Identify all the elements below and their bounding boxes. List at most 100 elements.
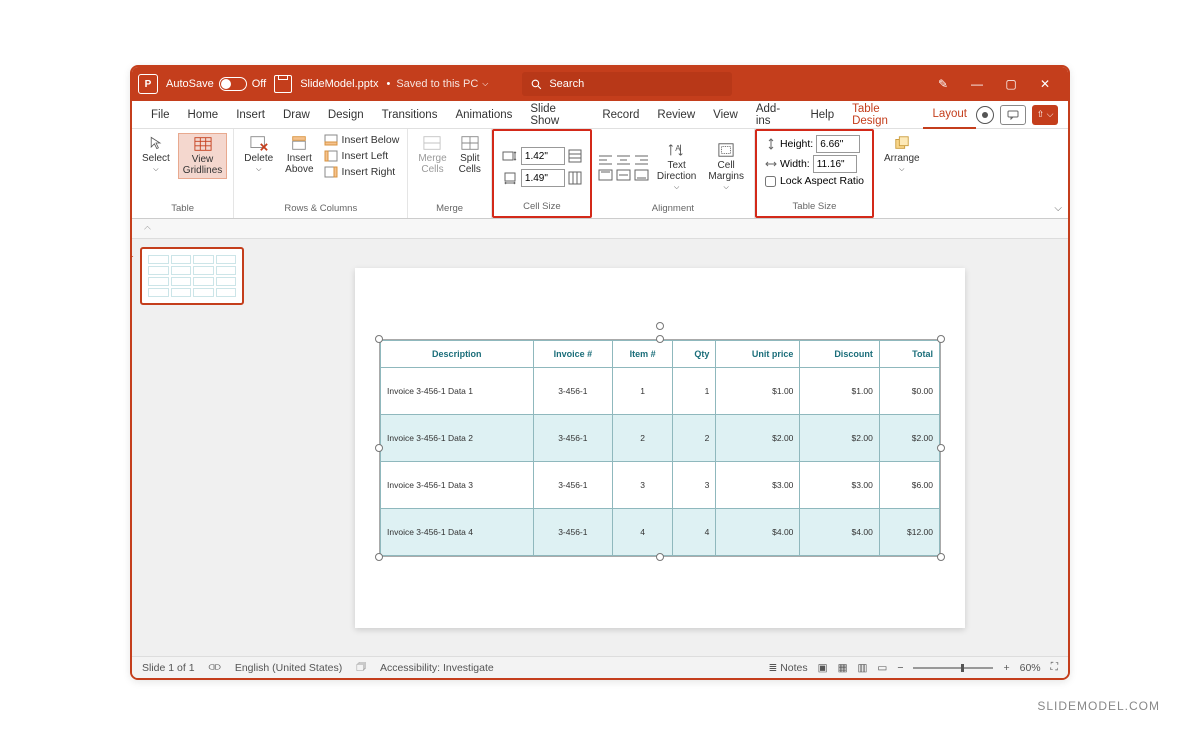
tab-design[interactable]: Design <box>319 101 373 129</box>
table-cell[interactable]: 3 <box>613 461 673 508</box>
table-cell[interactable]: Invoice 3-456-1 Data 3 <box>381 461 534 508</box>
table-height-input[interactable]: 6.66" <box>816 135 860 153</box>
table-header[interactable]: Total <box>879 340 939 367</box>
align-top-icon[interactable] <box>598 169 613 181</box>
zoom-in[interactable]: + <box>1003 662 1009 674</box>
table-header[interactable]: Unit price <box>716 340 800 367</box>
tab-home[interactable]: Home <box>179 101 228 129</box>
tab-file[interactable]: File <box>142 101 179 129</box>
sorter-view-icon[interactable]: ▦ <box>838 662 848 674</box>
table-row[interactable]: Invoice 3-456-1 Data 13-456-111$1.00$1.0… <box>381 367 940 414</box>
table-cell[interactable]: 3 <box>673 461 716 508</box>
resize-handle[interactable] <box>656 553 664 561</box>
collapse-ribbon-icon[interactable]: ⌵ <box>1054 203 1062 214</box>
table-cell[interactable]: $6.00 <box>879 461 939 508</box>
table-cell[interactable]: 4 <box>613 508 673 555</box>
tab-animations[interactable]: Animations <box>446 101 521 129</box>
zoom-level[interactable]: 60% <box>1020 662 1041 674</box>
slide-counter[interactable]: Slide 1 of 1 <box>142 662 195 674</box>
minimize-button[interactable]: — <box>960 70 994 98</box>
comments-button[interactable] <box>1000 105 1026 125</box>
resize-handle[interactable] <box>375 335 383 343</box>
tab-help[interactable]: Help <box>801 101 843 129</box>
table-cell[interactable]: Invoice 3-456-1 Data 1 <box>381 367 534 414</box>
data-table[interactable]: DescriptionInvoice #Item #QtyUnit priceD… <box>380 340 940 556</box>
align-middle-icon[interactable] <box>616 169 631 181</box>
insert-above-button[interactable]: Insert Above <box>281 133 317 177</box>
table-selection[interactable]: DescriptionInvoice #Item #QtyUnit priceD… <box>379 339 941 557</box>
search-input[interactable]: Search <box>522 72 732 96</box>
zoom-slider[interactable] <box>913 667 993 669</box>
tab-review[interactable]: Review <box>648 101 704 129</box>
save-icon[interactable] <box>274 75 292 93</box>
fit-window-icon[interactable]: ⛶ <box>1051 661 1058 674</box>
table-cell[interactable]: 2 <box>673 414 716 461</box>
table-cell[interactable]: 3-456-1 <box>533 414 612 461</box>
resize-handle[interactable] <box>375 553 383 561</box>
tab-view[interactable]: View <box>704 101 747 129</box>
table-cell[interactable]: Invoice 3-456-1 Data 2 <box>381 414 534 461</box>
resize-handle[interactable] <box>375 444 383 452</box>
distribute-rows-icon[interactable] <box>568 149 582 163</box>
accessibility[interactable]: Accessibility: Investigate <box>380 662 494 674</box>
rotate-handle[interactable] <box>656 322 664 330</box>
resize-handle[interactable] <box>656 335 664 343</box>
table-header[interactable]: Discount <box>800 340 879 367</box>
table-cell[interactable]: $2.00 <box>800 414 879 461</box>
table-cell[interactable]: Invoice 3-456-1 Data 4 <box>381 508 534 555</box>
table-cell[interactable]: $3.00 <box>800 461 879 508</box>
table-cell[interactable]: $1.00 <box>716 367 800 414</box>
reading-view-icon[interactable]: ▥ <box>858 662 868 674</box>
cell-width-input[interactable]: 1.49" <box>521 169 565 187</box>
table-cell[interactable]: $1.00 <box>800 367 879 414</box>
split-cells-button[interactable]: Split Cells <box>455 133 485 177</box>
table-row[interactable]: Invoice 3-456-1 Data 43-456-144$4.00$4.0… <box>381 508 940 555</box>
lock-aspect-checkbox[interactable]: Lock Aspect Ratio <box>765 175 864 187</box>
close-button[interactable]: ✕ <box>1028 70 1062 98</box>
tab-tabledesign[interactable]: Table Design <box>843 101 923 129</box>
language[interactable]: English (United States) <box>235 662 342 674</box>
table-cell[interactable]: $12.00 <box>879 508 939 555</box>
autosave-toggle[interactable]: AutoSave Off <box>166 77 266 91</box>
table-cell[interactable]: 1 <box>673 367 716 414</box>
select-button[interactable]: Select⌵ <box>138 133 174 176</box>
table-cell[interactable]: 4 <box>673 508 716 555</box>
share-button[interactable]: ⇧ ⌵ <box>1032 105 1058 125</box>
slide-panel[interactable]: 1 <box>132 239 252 656</box>
record-indicator-icon[interactable] <box>976 106 994 124</box>
table-header[interactable]: Qty <box>673 340 716 367</box>
table-cell[interactable]: $2.00 <box>716 414 800 461</box>
notes-button[interactable]: ≣ Notes <box>769 662 808 674</box>
table-row[interactable]: Invoice 3-456-1 Data 33-456-133$3.00$3.0… <box>381 461 940 508</box>
table-header[interactable]: Description <box>381 340 534 367</box>
filename[interactable]: SlideModel.pptx <box>300 78 378 90</box>
insert-right-button[interactable]: Insert Right <box>322 165 402 179</box>
table-cell[interactable]: 3-456-1 <box>533 367 612 414</box>
view-gridlines-button[interactable]: View Gridlines <box>178 133 227 179</box>
table-cell[interactable]: 2 <box>613 414 673 461</box>
expand-icon[interactable]: ⌵ <box>144 223 151 234</box>
tab-record[interactable]: Record <box>593 101 648 129</box>
align-bottom-icon[interactable] <box>634 169 649 181</box>
resize-handle[interactable] <box>937 444 945 452</box>
table-cell[interactable]: $4.00 <box>800 508 879 555</box>
chevron-down-icon[interactable]: ⌵ <box>482 79 488 89</box>
spellcheck-icon[interactable]: ⫏⫐ <box>209 661 221 674</box>
zoom-out[interactable]: − <box>897 662 903 674</box>
table-cell[interactable]: $3.00 <box>716 461 800 508</box>
maximize-button[interactable]: ▢ <box>994 70 1028 98</box>
distribute-cols-icon[interactable] <box>568 171 582 185</box>
table-cell[interactable]: $4.00 <box>716 508 800 555</box>
tab-transitions[interactable]: Transitions <box>373 101 447 129</box>
slideshow-view-icon[interactable]: ▭ <box>877 662 887 674</box>
table-cell[interactable]: 1 <box>613 367 673 414</box>
table-cell[interactable]: $0.00 <box>879 367 939 414</box>
normal-view-icon[interactable]: ▣ <box>818 662 828 674</box>
table-row[interactable]: Invoice 3-456-1 Data 23-456-122$2.00$2.0… <box>381 414 940 461</box>
tab-layout[interactable]: Layout <box>923 101 976 129</box>
align-right-icon[interactable] <box>634 154 649 166</box>
resize-handle[interactable] <box>937 335 945 343</box>
align-left-icon[interactable] <box>598 154 613 166</box>
merge-cells-button[interactable]: Merge Cells <box>414 133 450 177</box>
insert-below-button[interactable]: Insert Below <box>322 133 402 147</box>
